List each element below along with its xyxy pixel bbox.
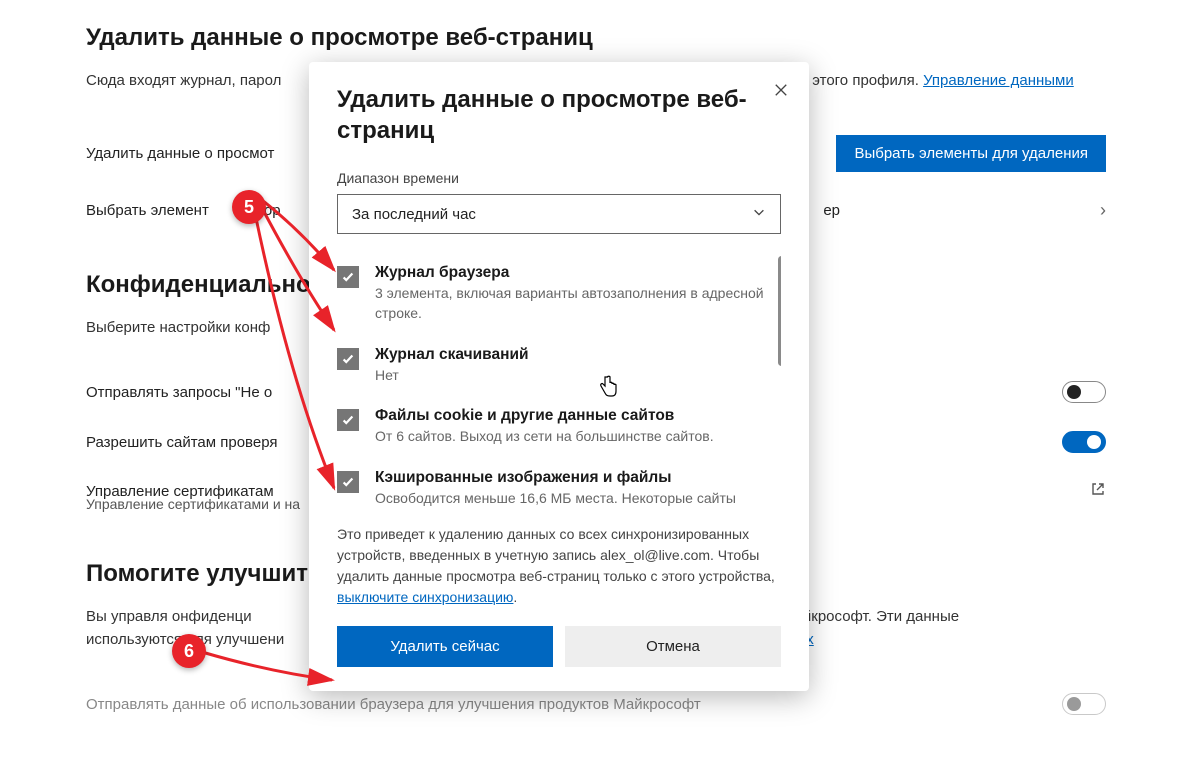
cursor-hand-icon xyxy=(598,374,618,404)
checkbox-browser-history[interactable] xyxy=(337,266,359,288)
modal-note: Это приведет к удалению данных со всех с… xyxy=(337,524,781,608)
opt-title: Журнал браузера xyxy=(375,264,781,282)
opt-sub: Освободится меньше 16,6 МБ места. Некото… xyxy=(375,489,736,507)
chevron-down-icon xyxy=(752,205,766,223)
cancel-button[interactable]: Отмена xyxy=(565,626,781,667)
options-list: Журнал браузера 3 элемента, включая вари… xyxy=(337,256,781,506)
option-cached: Кэшированные изображения и файлы Освобод… xyxy=(337,461,781,507)
range-label: Диапазон времени xyxy=(337,170,781,186)
opt-sub: От 6 сайтов. Выход из сети на большинств… xyxy=(375,427,714,447)
annotation-badge-6: 6 xyxy=(172,634,206,668)
opt-sub: Нет xyxy=(375,366,529,386)
range-value: За последний час xyxy=(352,206,476,223)
modal-title: Удалить данные о просмотре веб-страниц xyxy=(337,84,781,146)
note-period: . xyxy=(513,589,517,605)
checkbox-cached[interactable] xyxy=(337,471,359,493)
note-text: Это приведет к удалению данных со всех с… xyxy=(337,526,775,584)
modal-actions: Удалить сейчас Отмена xyxy=(337,626,781,667)
option-download-history: Журнал скачиваний Нет xyxy=(337,338,781,400)
option-browser-history: Журнал браузера 3 элемента, включая вари… xyxy=(337,256,781,337)
option-cookies: Файлы cookie и другие данные сайтов От 6… xyxy=(337,399,781,461)
checkbox-cookies[interactable] xyxy=(337,409,359,431)
disable-sync-link[interactable]: выключите синхронизацию xyxy=(337,589,513,605)
annotation-badge-5: 5 xyxy=(232,190,266,224)
opt-sub: 3 элемента, включая варианты автозаполне… xyxy=(375,284,781,323)
opt-title: Кэшированные изображения и файлы xyxy=(375,469,736,487)
checkbox-download-history[interactable] xyxy=(337,348,359,370)
opt-title: Файлы cookie и другие данные сайтов xyxy=(375,407,714,425)
close-button[interactable] xyxy=(769,78,793,102)
scrollbar-thumb[interactable] xyxy=(778,256,781,366)
time-range-select[interactable]: За последний час xyxy=(337,194,781,234)
clear-now-button[interactable]: Удалить сейчас xyxy=(337,626,553,667)
opt-title: Журнал скачиваний xyxy=(375,346,529,364)
clear-data-modal: Удалить данные о просмотре веб-страниц Д… xyxy=(309,62,809,691)
